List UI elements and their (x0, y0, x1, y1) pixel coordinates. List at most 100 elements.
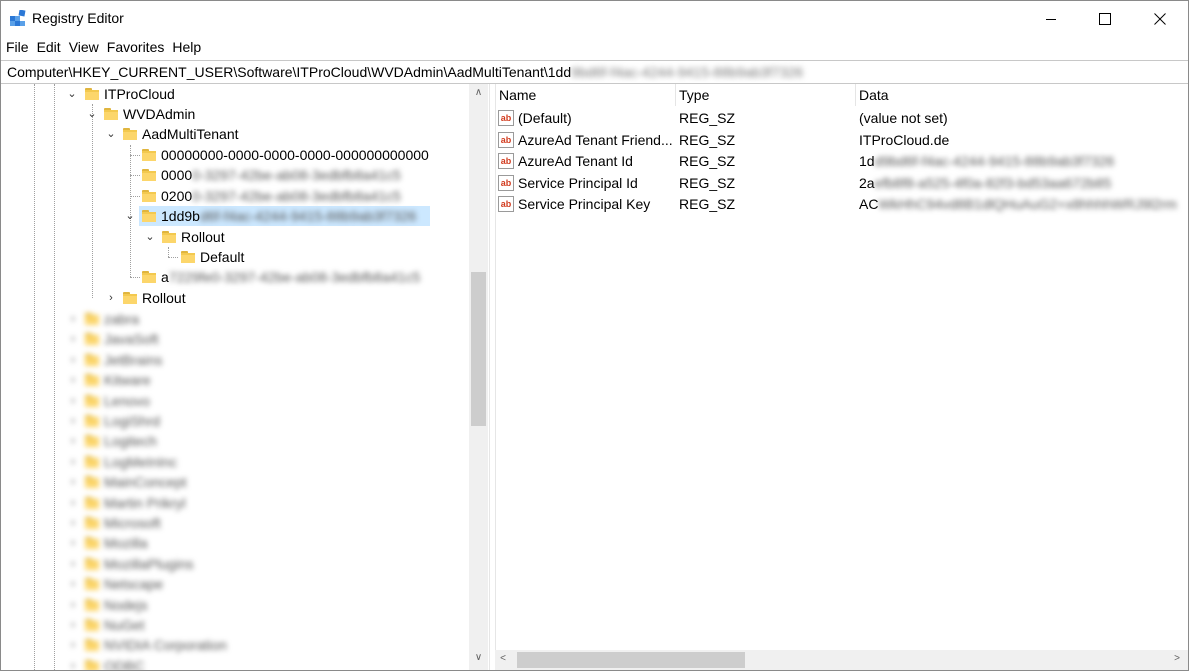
value-type: REG_SZ (679, 132, 736, 148)
column-header-name[interactable]: Name (499, 84, 536, 106)
scrollbar-thumb[interactable] (517, 652, 745, 668)
tree-item-key[interactable]: a7229fe0-3297-42be-ab08-3edbfb8a41c5 (1, 267, 469, 287)
scroll-down-icon[interactable]: ∨ (469, 652, 488, 663)
tree-item-blurred[interactable]: › ODBC (1, 656, 469, 670)
value-row[interactable]: ab Service Principal Id REG_SZ 2aefb8f8-… (495, 173, 1188, 194)
tree-item-label: Microsoft (104, 515, 161, 531)
chevron-right-icon[interactable]: › (105, 288, 117, 308)
chevron-right-icon[interactable]: › (67, 472, 79, 492)
chevron-right-icon[interactable]: › (67, 370, 79, 390)
folder-icon (85, 394, 99, 407)
chevron-right-icon[interactable]: › (67, 533, 79, 553)
folder-icon (85, 88, 99, 100)
tree-item-rollout-sub[interactable]: ⌄ Rollout (1, 227, 469, 247)
chevron-right-icon[interactable]: › (67, 574, 79, 594)
tree-item-blurred[interactable]: › Kitware (1, 370, 469, 390)
scrollbar-thumb[interactable] (471, 272, 486, 426)
chevron-down-icon[interactable]: ⌄ (66, 84, 78, 104)
tree-item-blurred[interactable]: › NVIDIA Corporation (1, 635, 469, 655)
menu-view[interactable]: View (64, 37, 102, 55)
tree-item-blurred[interactable]: › MozillaPlugins (1, 554, 469, 574)
chevron-right-icon[interactable]: › (67, 329, 79, 349)
tree-item-key-selected[interactable]: ⌄ 1dd9bd6f-f4ac-4244-9415-88b9ab3f7326 (1, 206, 469, 226)
tree-item-blurred[interactable]: › Lenovo (1, 391, 469, 411)
minimize-button[interactable] (1028, 1, 1074, 37)
menu-favorites[interactable]: Favorites (102, 37, 168, 55)
chevron-right-icon[interactable]: › (67, 554, 79, 574)
chevron-right-icon[interactable]: › (67, 656, 79, 670)
maximize-button[interactable] (1082, 1, 1128, 37)
chevron-down-icon[interactable]: ⌄ (124, 206, 136, 226)
tree-item-blurred[interactable]: › Microsoft (1, 513, 469, 533)
tree-item-blurred[interactable]: › Martin Prikryl (1, 493, 469, 513)
chevron-right-icon[interactable]: › (67, 391, 79, 411)
address-path[interactable]: Computer\HKEY_CURRENT_USER\Software\ITPr… (7, 64, 803, 80)
menu-help[interactable]: Help (167, 37, 204, 55)
tree-item-itprocloud[interactable]: ⌄ ITProCloud (1, 84, 469, 104)
close-button[interactable] (1137, 1, 1183, 37)
folder-icon (85, 578, 99, 591)
value-row[interactable]: ab (Default) REG_SZ (value not set) (495, 108, 1188, 129)
tree-item-label: Kitware (104, 372, 151, 389)
menu-file[interactable]: File (1, 37, 32, 55)
tree-item-blurred[interactable]: › Netscape (1, 574, 469, 594)
column-header-data[interactable]: Data (859, 84, 889, 106)
window-title: Registry Editor (32, 10, 124, 26)
value-data-visible: 2a (859, 175, 875, 191)
tree-item-blurred[interactable]: › LogiShrd (1, 411, 469, 431)
chevron-right-icon[interactable]: › (67, 595, 79, 615)
column-divider[interactable] (675, 84, 676, 106)
key-tree[interactable]: ⌄ ITProCloud ⌄ WVDAdmin ⌄ AadMultiTenant… (1, 84, 489, 670)
key-name-blurred: 7229fe0-3297-42be-ab08-3edbfb8a41c5 (168, 269, 421, 285)
folder-icon (85, 598, 99, 611)
tree-item-rollout[interactable]: › Rollout (1, 288, 469, 308)
folder-icon (181, 251, 195, 263)
chevron-right-icon[interactable]: › (67, 431, 79, 451)
folder-icon (123, 128, 137, 140)
chevron-right-icon[interactable]: › (67, 615, 79, 635)
chevron-down-icon[interactable]: ⌄ (105, 124, 117, 144)
tree-vertical-scrollbar[interactable]: ∧ ∨ (469, 84, 488, 670)
address-bar[interactable]: Computer\HKEY_CURRENT_USER\Software\ITPr… (1, 60, 1188, 84)
title-bar[interactable]: Registry Editor (1, 1, 1188, 37)
tree-item-blurred[interactable]: › zabra (1, 309, 469, 329)
chevron-right-icon[interactable]: › (67, 309, 79, 329)
tree-item-blurred[interactable]: › JetBrains (1, 350, 469, 370)
tree-item-blurred[interactable]: › Mozilla (1, 533, 469, 553)
scroll-right-icon[interactable]: > (1171, 653, 1183, 664)
value-row[interactable]: ab AzureAd Tenant Id REG_SZ 1dd9bd6f-f4a… (495, 151, 1188, 172)
tree-item-default[interactable]: Default (1, 247, 469, 267)
tree-item-key[interactable]: 00000-3297-42be-ab08-3edbfb8a41c5 (1, 165, 469, 185)
chevron-right-icon[interactable]: › (67, 452, 79, 472)
chevron-right-icon[interactable]: › (67, 635, 79, 655)
tree-item-wvdadmin[interactable]: ⌄ WVDAdmin (1, 104, 469, 124)
tree-item-blurred[interactable]: › LogMeInInc (1, 452, 469, 472)
tree-item-blurred[interactable]: › NuGet (1, 615, 469, 635)
tree-item-blurred[interactable]: › Logitech (1, 431, 469, 451)
value-row[interactable]: ab Service Principal Key REG_SZ ACWkHhC9… (495, 194, 1188, 215)
chevron-down-icon[interactable]: ⌄ (86, 104, 98, 124)
tree-item-aadmultitenant[interactable]: ⌄ AadMultiTenant (1, 124, 469, 144)
scroll-up-icon[interactable]: ∧ (469, 87, 488, 98)
tree-item-key[interactable]: 02000-3297-42be-ab08-3edbfb8a41c5 (1, 186, 469, 206)
menu-edit[interactable]: Edit (32, 37, 64, 55)
chevron-right-icon[interactable]: › (67, 513, 79, 533)
chevron-down-icon[interactable]: ⌄ (144, 227, 156, 247)
column-header-type[interactable]: Type (679, 84, 709, 106)
column-divider[interactable] (855, 84, 856, 106)
folder-icon (85, 374, 99, 387)
scroll-left-icon[interactable]: < (497, 653, 509, 664)
tree-item-blurred[interactable]: › MainConcept (1, 472, 469, 492)
list-horizontal-scrollbar[interactable]: < > (495, 650, 1188, 670)
value-row[interactable]: ab AzureAd Tenant Friend... REG_SZ ITPro… (495, 130, 1188, 151)
tree-item-blurred[interactable]: › Nodejs (1, 595, 469, 615)
tree-item-blurred[interactable]: › JavaSoft (1, 329, 469, 349)
value-list[interactable]: Name Type Data ab (Default) REG_SZ (valu… (495, 84, 1188, 670)
value-data-visible: ITProCloud.de (859, 132, 950, 148)
folder-icon (85, 435, 99, 448)
tree-item-key[interactable]: 00000000-0000-0000-0000-000000000000 (1, 145, 469, 165)
tree-item-label: LogiShrd (104, 413, 161, 429)
chevron-right-icon[interactable]: › (67, 411, 79, 431)
chevron-right-icon[interactable]: › (67, 493, 79, 513)
chevron-right-icon[interactable]: › (67, 350, 79, 370)
